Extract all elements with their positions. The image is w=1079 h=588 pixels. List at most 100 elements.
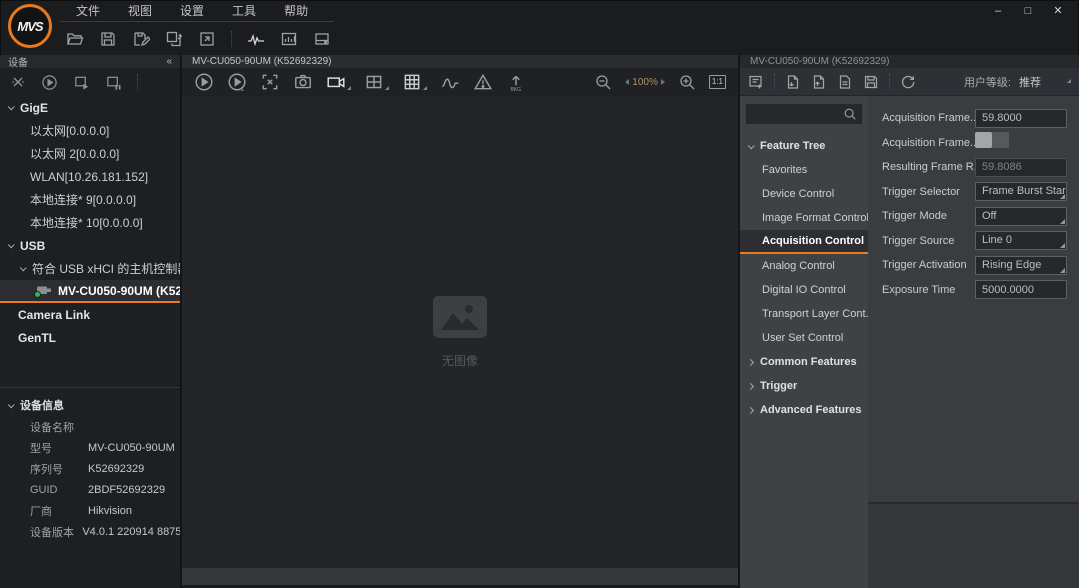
prop-acquisition-frame-rate: Acquisition Frame... — [882, 106, 1067, 131]
stop-all-icon[interactable] — [105, 74, 122, 91]
trigger-source-select[interactable]: Line 0 — [975, 231, 1067, 250]
chart-window-icon[interactable] — [280, 30, 298, 48]
open-folder-icon[interactable] — [66, 30, 84, 48]
mvs-logo: MVS — [8, 4, 52, 48]
import-icon[interactable] — [785, 74, 801, 90]
prop-exposure-time: Exposure Time — [882, 278, 1067, 303]
tree-digital-io-control[interactable]: Digital IO Control — [740, 278, 868, 302]
chevron-right-icon — [747, 406, 754, 413]
zoom-level: 100% — [625, 77, 665, 88]
start-acquisition-icon[interactable] — [41, 74, 58, 91]
window-controls: – □ ✕ — [987, 0, 1069, 22]
save-icon[interactable] — [99, 30, 117, 48]
tree-advanced-features[interactable]: Advanced Features — [740, 398, 868, 422]
image-view-area[interactable]: 无图像 — [182, 96, 738, 568]
menu-tools[interactable]: 工具 — [218, 0, 270, 22]
tree-item-local10[interactable]: 本地连接* 10[0.0.0.0] — [0, 211, 180, 234]
exposure-time-input[interactable] — [975, 280, 1067, 299]
tree-group-cameralink[interactable]: Camera Link — [0, 303, 180, 326]
menu-file[interactable]: 文件 — [62, 0, 114, 22]
tree-group-gige[interactable]: GigE — [0, 96, 180, 119]
record-icon[interactable] — [326, 72, 351, 92]
info-row-model: 型号 MV-CU050-90UM — [0, 437, 180, 458]
acquisition-frame-rate-input[interactable] — [975, 109, 1067, 128]
menu-settings[interactable]: 设置 — [166, 0, 218, 22]
disconnect-icon[interactable] — [10, 74, 26, 90]
save-config-icon[interactable] — [863, 74, 879, 90]
feature-tree-column: Feature Tree Favorites Device Control Im… — [740, 96, 868, 588]
zoom-in-icon[interactable] — [678, 73, 696, 91]
attribute-window-icon[interactable] — [748, 74, 764, 90]
start-all-icon[interactable] — [73, 74, 90, 91]
tree-item-usb-controller[interactable]: 符合 USB xHCI 的主机控制器 — [0, 257, 180, 280]
split-view-icon[interactable] — [364, 72, 389, 92]
tree-common-features[interactable]: Common Features — [740, 350, 868, 374]
frame-rate-enable-toggle[interactable] — [975, 132, 1009, 148]
warning-icon[interactable] — [473, 72, 493, 92]
prop-trigger-activation: Trigger Activation Rising Edge — [882, 253, 1067, 278]
prop-trigger-selector: Trigger Selector Frame Burst Star — [882, 180, 1067, 205]
histogram-icon[interactable] — [440, 72, 460, 92]
device-info-header[interactable]: 设备信息 — [0, 394, 180, 416]
minimize-icon[interactable]: – — [987, 1, 1009, 21]
snapshot-icon[interactable] — [293, 72, 313, 92]
main-toolbar — [0, 22, 1079, 55]
prop-trigger-mode: Trigger Mode Off — [882, 204, 1067, 229]
collapse-panel-icon[interactable]: « — [166, 56, 172, 67]
tree-feature-tree[interactable]: Feature Tree — [740, 134, 868, 158]
refresh-icon[interactable] — [900, 74, 916, 90]
disk-icon[interactable] — [313, 30, 331, 48]
tree-transport-layer-control[interactable]: Transport Layer Cont... — [740, 302, 868, 326]
search-icon[interactable] — [843, 107, 857, 121]
waveform-icon[interactable] — [247, 30, 265, 48]
dropdown-corner-icon — [385, 86, 389, 90]
grid-icon[interactable] — [402, 72, 427, 92]
trigger-selector-select[interactable]: Frame Burst Star — [975, 182, 1067, 201]
zoom-out-icon[interactable] — [594, 73, 612, 91]
chevron-down-icon[interactable] — [1067, 79, 1071, 83]
menu-view[interactable]: 视图 — [114, 0, 166, 22]
export-window-icon[interactable] — [198, 30, 216, 48]
device-panel-header: 设备 « — [0, 55, 180, 68]
prop-resulting-frame-rate: Resulting Frame R... — [882, 155, 1067, 180]
export-icon[interactable] — [811, 74, 827, 90]
tree-group-usb[interactable]: USB — [0, 234, 180, 257]
tree-item-camera-selected[interactable]: MV-CU050-90UM (K5269... — [0, 280, 180, 303]
zoom-decrease-icon[interactable] — [625, 79, 629, 85]
device-panel-title: 设备 — [8, 54, 28, 69]
tree-trigger[interactable]: Trigger — [740, 374, 868, 398]
user-level-select[interactable]: 推荐 — [1019, 74, 1059, 90]
info-row-name: 设备名称 — [0, 416, 180, 437]
tree-item-local9[interactable]: 本地连接* 9[0.0.0.0] — [0, 188, 180, 211]
camera-status-icon — [36, 285, 52, 296]
tree-device-control[interactable]: Device Control — [740, 182, 868, 206]
play-single-icon[interactable]: 1 — [227, 72, 247, 92]
document-icon[interactable] — [837, 74, 853, 90]
trigger-activation-select[interactable]: Rising Edge — [975, 256, 1067, 275]
tree-item-ethernet[interactable]: 以太网[0.0.0.0] — [0, 119, 180, 142]
swap-window-icon[interactable] — [165, 30, 183, 48]
tree-image-format-control[interactable]: Image Format Control — [740, 206, 868, 230]
search-input[interactable] — [751, 108, 843, 120]
tree-acquisition-control[interactable]: Acquisition Control — [740, 230, 868, 254]
fit-window-icon[interactable] — [260, 72, 280, 92]
zoom-increase-icon[interactable] — [661, 79, 665, 85]
save-as-icon[interactable] — [132, 30, 150, 48]
user-level-label: 用户等级: — [964, 74, 1011, 90]
device-toolbar — [0, 68, 180, 96]
tree-item-ethernet2[interactable]: 以太网 2[0.0.0.0] — [0, 142, 180, 165]
tree-item-wlan[interactable]: WLAN[10.26.181.152] — [0, 165, 180, 188]
tree-analog-control[interactable]: Analog Control — [740, 254, 868, 278]
maximize-icon[interactable]: □ — [1017, 1, 1039, 21]
preview-tab[interactable]: MV-CU050-90UM (K52692329) — [182, 55, 738, 68]
play-circle-icon[interactable] — [194, 72, 214, 92]
menu-help[interactable]: 帮助 — [270, 0, 322, 22]
close-icon[interactable]: ✕ — [1047, 1, 1069, 21]
tree-favorites[interactable]: Favorites — [740, 158, 868, 182]
tree-user-set-control[interactable]: User Set Control — [740, 326, 868, 350]
tree-group-gentl[interactable]: GenTL — [0, 326, 180, 349]
trigger-mode-select[interactable]: Off — [975, 207, 1067, 226]
chevron-down-icon — [8, 401, 15, 408]
upload-icon[interactable]: BKG — [506, 72, 526, 92]
one-to-one-icon[interactable]: 1:1 — [709, 75, 726, 89]
